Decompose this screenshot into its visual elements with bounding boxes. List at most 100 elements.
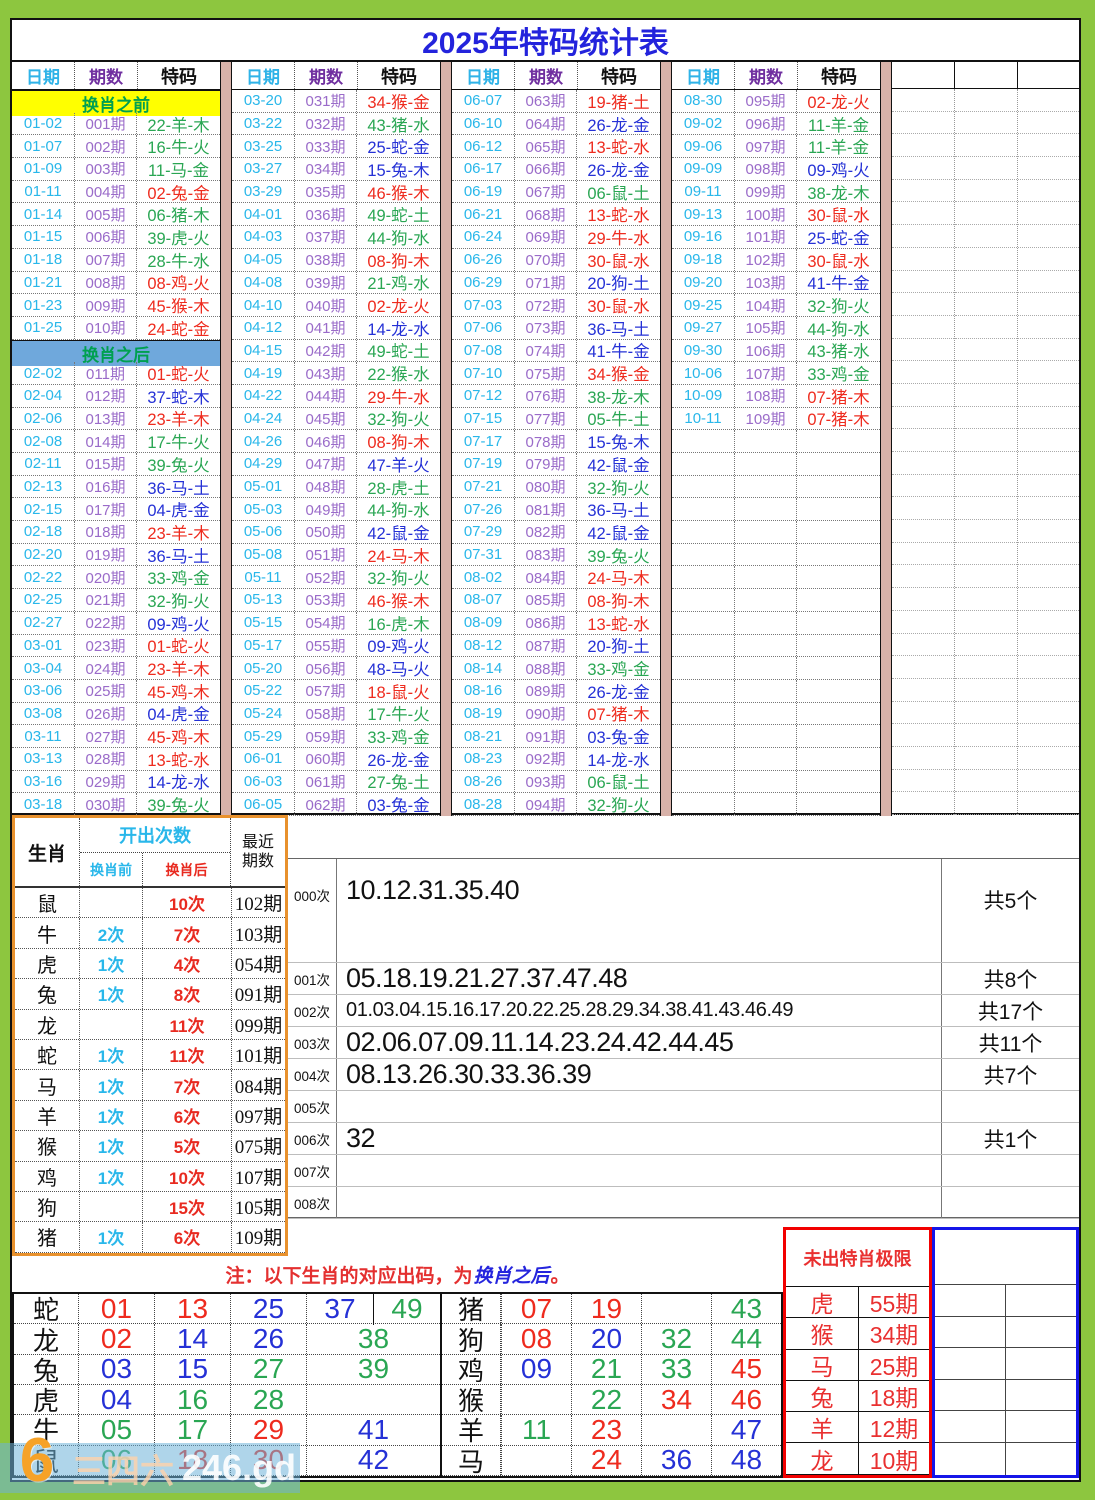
draw-code: [796, 566, 880, 588]
frequency-row: 000次 10.12.31.35.40 共5个: [288, 859, 1079, 963]
draw-code: 23-羊-木: [136, 657, 220, 679]
draw-row: [672, 680, 880, 703]
empty-cell: [935, 1230, 1076, 1285]
draw-period: 014期: [74, 430, 136, 452]
draw-code: 36-马-土: [576, 317, 660, 339]
draw-row: 02-15 017期 04-虎-金: [12, 498, 220, 521]
number-frequency-table: 000次 10.12.31.35.40 共5个 001次 05.18.19.21…: [288, 858, 1079, 1218]
limit-row: 兔 18期: [786, 1381, 929, 1412]
empty-cell: [1018, 407, 1079, 430]
frequency-numbers: 05.18.19.21.27.37.47.48: [337, 963, 941, 994]
draw-code: 18-鼠-火: [356, 680, 440, 702]
draw-row: 05-22 057期 18-鼠-火: [232, 680, 440, 703]
zodiac-map-row: 狗 08 20 32 44: [442, 1324, 781, 1354]
count-after: 11次: [143, 1040, 232, 1069]
draw-row: 10-06 107期 33-鸡-金: [672, 362, 880, 385]
empty-cell: [892, 180, 954, 203]
draw-date: 04-19: [232, 362, 294, 384]
draw-row: 03-16 029期 14-龙-水: [12, 771, 220, 794]
draw-date: 09-27: [672, 317, 734, 339]
draw-code: [796, 612, 880, 634]
draw-date: 07-06: [452, 317, 514, 339]
empty-cell: [955, 792, 1016, 815]
draw-code: 14-龙-水: [356, 317, 440, 339]
empty-cell: [955, 112, 1016, 135]
frequency-count: 共7个: [941, 1059, 1079, 1090]
empty-cell: [1018, 702, 1079, 725]
empty-cell: [892, 724, 954, 747]
draw-code: 25-蛇-金: [796, 226, 880, 248]
count-before: [80, 1192, 143, 1221]
draw-row: 换肖之前: [12, 90, 220, 113]
frequency-label: 001次: [288, 963, 337, 994]
draw-code: 17-牛-火: [136, 430, 220, 452]
draw-period: 028期: [74, 748, 136, 770]
unreleased-zodiac-limit-table: 未出特肖极限 虎 55期 猴 34期 马 25期 兔 18期 羊: [783, 1227, 932, 1478]
count-after: 5次: [143, 1131, 232, 1160]
draw-date: 07-26: [452, 498, 514, 520]
empty-cell: [935, 1380, 1005, 1411]
draw-date: 08-16: [452, 680, 514, 702]
draw-row: 09-30 106期 43-猪-水: [672, 340, 880, 363]
count-after: 6次: [143, 1222, 232, 1251]
draw-row: 03-25 033期 25-蛇-金: [232, 135, 440, 158]
draw-period: 012期: [74, 385, 136, 407]
empty-cell: [1018, 747, 1079, 770]
empty-cell: [892, 248, 954, 271]
draw-code: 03-兔-金: [356, 793, 440, 815]
draw-period: 074期: [514, 340, 576, 362]
empty-cell: [892, 497, 954, 520]
draw-row: [672, 657, 880, 680]
recent-period-header: 最近 期数: [230, 818, 285, 886]
count-after: 15次: [143, 1192, 232, 1221]
frequency-row: 008次: [288, 1187, 1079, 1219]
draw-code: 33-鸡-金: [356, 725, 440, 747]
period-header: 期数: [74, 62, 137, 89]
draw-period: 078期: [514, 430, 576, 452]
empty-cell: [1018, 180, 1079, 203]
draw-date: 03-04: [12, 657, 74, 679]
zodiac-name: 猪: [442, 1294, 501, 1323]
draw-period: 031期: [294, 90, 356, 112]
draw-code: 14-龙-水: [136, 771, 220, 793]
draw-period: 029期: [74, 771, 136, 793]
draw-code: 36-马-土: [136, 476, 220, 498]
zodiac-number: 39: [307, 1353, 440, 1385]
zodiac-map-row: 马 24 36 48: [442, 1446, 781, 1476]
draw-row: 01-25 010期 24-蛇-金: [12, 317, 220, 340]
draw-row: 09-25 104期 32-狗-火: [672, 294, 880, 317]
frequency-row: 003次 02.06.07.09.11.14.23.24.42.44.45 共1…: [288, 1027, 1079, 1059]
draw-period: 097期: [734, 135, 796, 157]
draw-row: 08-28 094期 32-狗-火: [452, 793, 660, 816]
empty-cell: [935, 1348, 1005, 1379]
draw-period: [734, 748, 796, 770]
zodiac-number: 04: [79, 1385, 155, 1414]
draw-period: 073期: [514, 317, 576, 339]
zodiac-name: 蛇: [15, 1040, 80, 1069]
zodiac-number: [501, 1446, 571, 1475]
draw-row: 05-17 055期 09-鸡-火: [232, 635, 440, 658]
draw-date: 05-03: [232, 498, 294, 520]
draw-row: 02-13 016期 36-马-土: [12, 476, 220, 499]
draw-period: 034期: [294, 158, 356, 180]
draw-code: 15-兔-木: [576, 430, 660, 452]
draw-period: 055期: [294, 635, 356, 657]
draw-period: 042期: [294, 340, 356, 362]
zodiac-name: 马: [15, 1070, 80, 1099]
draw-code: 38-龙-木: [576, 385, 660, 407]
empty-cell: [935, 1317, 1005, 1348]
draw-code: 23-羊-木: [136, 521, 220, 543]
draw-code: 32-狗-火: [356, 408, 440, 430]
zodiac-number: 16: [155, 1385, 231, 1414]
zodiac-count-row: 猴 1次 5次 075期: [15, 1131, 285, 1161]
draw-row: 06-07 063期 19-猪-土: [452, 90, 660, 113]
recent-period: 099期: [232, 1010, 285, 1039]
empty-column: [954, 89, 1016, 815]
zodiac-number: 11: [501, 1415, 571, 1444]
draw-date: 01-02: [12, 113, 74, 135]
frequency-numbers: 10.12.31.35.40: [337, 859, 941, 962]
count-after: 11次: [143, 1010, 232, 1039]
draw-period: 076期: [514, 385, 576, 407]
empty-cell: [935, 1285, 1005, 1316]
empty-cell: [892, 543, 954, 566]
